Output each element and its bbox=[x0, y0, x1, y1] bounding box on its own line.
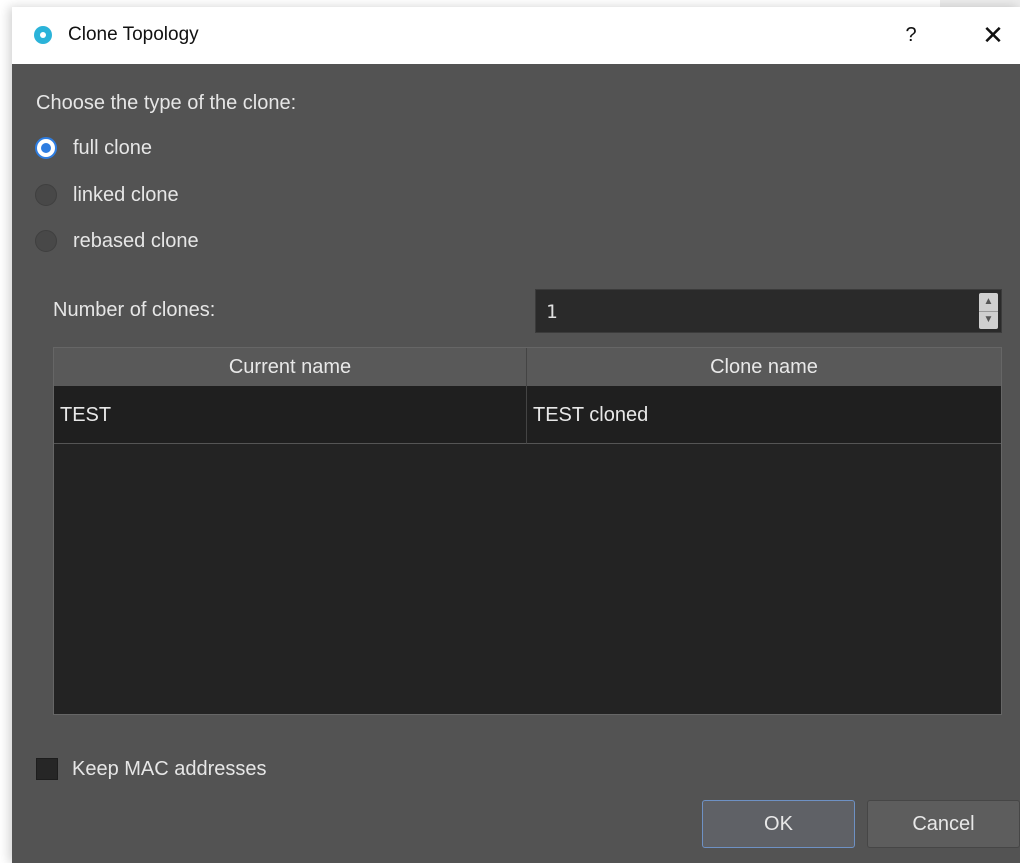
radio-full-clone[interactable]: full clone bbox=[35, 133, 152, 163]
clone-names-table[interactable]: Current name Clone name TEST TEST cloned bbox=[53, 347, 1002, 715]
radio-linked-clone[interactable]: linked clone bbox=[35, 180, 179, 210]
cancel-button[interactable]: Cancel bbox=[867, 800, 1020, 848]
app-icon bbox=[34, 26, 52, 44]
radio-label-full-clone: full clone bbox=[73, 136, 152, 159]
column-header-current-name[interactable]: Current name bbox=[54, 348, 527, 386]
column-header-clone-name[interactable]: Clone name bbox=[527, 348, 1001, 386]
radio-button[interactable] bbox=[35, 184, 57, 206]
spinbox-arrows[interactable]: ▲ ▼ bbox=[979, 293, 998, 329]
radio-label-linked-clone: linked clone bbox=[73, 183, 179, 206]
spin-down-arrow-icon[interactable]: ▼ bbox=[979, 311, 998, 329]
keep-mac-row[interactable]: Keep MAC addresses bbox=[36, 754, 267, 784]
close-button[interactable]: ✕ bbox=[976, 18, 1010, 52]
spinbox-value[interactable]: 1 bbox=[546, 301, 557, 323]
window-title: Clone Topology bbox=[68, 24, 199, 45]
window-edge-strip bbox=[940, 0, 1020, 7]
clone-topology-dialog: Clone Topology ? ✕ Choose the type of th… bbox=[12, 7, 1020, 863]
clone-type-label: Choose the type of the clone: bbox=[36, 92, 297, 114]
keep-mac-checkbox[interactable] bbox=[36, 758, 58, 780]
ok-button[interactable]: OK bbox=[702, 800, 855, 848]
help-button[interactable]: ? bbox=[896, 20, 926, 50]
number-of-clones-label: Number of clones: bbox=[53, 299, 216, 321]
radio-button-checked[interactable] bbox=[35, 137, 57, 159]
table-cell-clone-name[interactable]: TEST cloned bbox=[527, 386, 1001, 444]
number-of-clones-spinbox[interactable]: 1 ▲ ▼ bbox=[535, 289, 1002, 333]
table-cell-current-name[interactable]: TEST bbox=[54, 386, 527, 444]
radio-rebased-clone[interactable]: rebased clone bbox=[35, 226, 199, 256]
spin-up-arrow-icon[interactable]: ▲ bbox=[979, 293, 998, 312]
radio-button[interactable] bbox=[35, 230, 57, 252]
radio-label-rebased-clone: rebased clone bbox=[73, 229, 199, 252]
title-bar[interactable]: Clone Topology ? ✕ bbox=[12, 7, 1020, 64]
keep-mac-label: Keep MAC addresses bbox=[72, 757, 267, 780]
